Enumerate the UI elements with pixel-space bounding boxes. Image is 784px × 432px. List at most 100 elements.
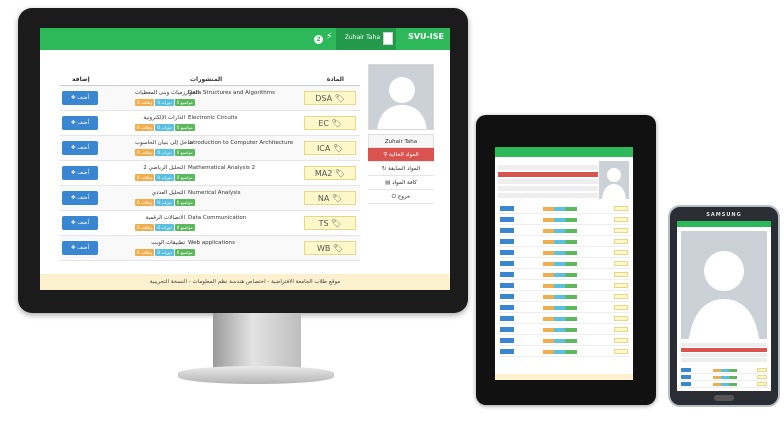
tag-icon: 🏷 <box>332 244 344 253</box>
tablet-add-button[interactable] <box>500 327 514 332</box>
tablet-add-button[interactable] <box>500 261 514 266</box>
add-button[interactable]: ✚ أضف <box>62 216 98 230</box>
tablet-add-button[interactable] <box>500 316 514 321</box>
topics-tag[interactable]: 0 مواضيع <box>174 124 195 131</box>
sessions-tag[interactable]: 0 دورات <box>155 149 174 156</box>
tablet-add-button[interactable] <box>500 228 514 233</box>
tablet-add-button[interactable] <box>500 250 514 255</box>
tasks-tag[interactable]: 0 وظائف <box>135 174 155 181</box>
tablet-add-button[interactable] <box>500 217 514 222</box>
topics-tag[interactable]: 0 مواضيع <box>174 199 195 206</box>
sessions-tag[interactable]: 0 دورات <box>155 99 174 106</box>
tablet-code-badge[interactable] <box>614 305 628 310</box>
add-button[interactable]: ✚ أضف <box>62 191 98 205</box>
tablet-code-badge[interactable] <box>614 239 628 244</box>
tablet-add-button[interactable] <box>500 294 514 299</box>
tablet-menu-item[interactable] <box>498 186 598 191</box>
tablet-add-button[interactable] <box>500 206 514 211</box>
tablet-code-badge[interactable] <box>614 217 628 222</box>
sessions-tag[interactable]: 0 دورات <box>155 224 174 231</box>
course-name-ar: الدارات الإلكترونية <box>143 115 185 121</box>
course-code: TS <box>318 219 329 228</box>
tasks-tag[interactable]: 0 وظائف <box>135 224 155 231</box>
sidebar-item-current-courses[interactable]: ⚲ المواد الحالية <box>368 148 434 162</box>
course-code-badge[interactable]: WB 🏷 <box>304 241 356 255</box>
bolt-icon[interactable]: ⚡ <box>326 32 332 42</box>
sessions-tag[interactable]: 0 دورات <box>155 249 174 256</box>
add-button[interactable]: ✚ أضف <box>62 116 98 130</box>
phone-menu-item[interactable] <box>681 358 767 362</box>
tasks-tag[interactable]: 0 وظائف <box>135 149 155 156</box>
course-code-badge[interactable]: ICA 🏷 <box>304 141 356 155</box>
tablet-tags <box>543 273 577 277</box>
tablet-code-badge[interactable] <box>614 338 628 343</box>
course-name-ar: التحليل العددي <box>151 190 185 196</box>
tablet-add-button[interactable] <box>500 338 514 343</box>
tasks-tag[interactable]: 0 وظائف <box>135 249 155 256</box>
tablet-footer <box>495 374 633 380</box>
sessions-tag[interactable]: 0 دورات <box>155 174 174 181</box>
sidebar-item-all-courses[interactable]: ▤ كافة المواد <box>368 176 434 190</box>
sidebar-item-previous-courses[interactable]: ↻ المواد السابقة <box>368 162 434 176</box>
tablet-code-badge[interactable] <box>614 206 628 211</box>
course-code-badge[interactable]: NA 🏷 <box>304 191 356 205</box>
tablet-menu-item[interactable] <box>498 179 598 184</box>
user-menu[interactable]: Zuhair Taha <box>336 28 396 50</box>
add-button-label: أضف <box>77 95 90 101</box>
tablet-code-badge[interactable] <box>614 327 628 332</box>
tablet-code-badge[interactable] <box>614 283 628 288</box>
course-code-badge[interactable]: EC 🏷 <box>304 116 356 130</box>
sessions-tag[interactable]: 0 دورات <box>155 199 174 206</box>
phone-menu-item[interactable] <box>681 353 767 357</box>
tablet-list-item <box>498 335 630 346</box>
add-button-label: أضف <box>77 195 90 201</box>
add-button[interactable]: ✚ أضف <box>62 91 98 105</box>
topics-tag[interactable]: 0 مواضيع <box>174 224 195 231</box>
brand-logo[interactable]: SVU-ISE <box>408 32 444 41</box>
tablet-code-badge[interactable] <box>614 261 628 266</box>
phone-menu-item-active[interactable] <box>681 348 767 352</box>
tablet-add-button[interactable] <box>500 349 514 354</box>
sessions-tag[interactable]: 0 دورات <box>155 124 174 131</box>
tablet-code-badge[interactable] <box>614 272 628 277</box>
tablet-code-badge[interactable] <box>614 250 628 255</box>
add-button[interactable]: ✚ أضف <box>62 166 98 180</box>
topics-tag[interactable]: 0 مواضيع <box>174 249 195 256</box>
topics-tag[interactable]: 0 مواضيع <box>174 149 195 156</box>
tablet-menu-item[interactable] <box>498 165 598 170</box>
add-button[interactable]: ✚ أضف <box>62 241 98 255</box>
course-name-en: Introduction to Computer Architecture <box>188 140 294 146</box>
tasks-tag[interactable]: 0 وظائف <box>135 99 155 106</box>
course-code-badge[interactable]: TS 🏷 <box>304 216 356 230</box>
phone-code-badge[interactable] <box>757 375 767 379</box>
tasks-tag[interactable]: 0 وظائف <box>135 124 155 131</box>
phone-add-button[interactable] <box>681 368 691 372</box>
phone-code-badge[interactable] <box>757 382 767 386</box>
phone-add-button[interactable] <box>681 375 691 379</box>
tasks-tag[interactable]: 0 وظائف <box>135 199 155 206</box>
course-code-badge[interactable]: DSA 🏷 <box>304 91 356 105</box>
tablet-add-button[interactable] <box>500 283 514 288</box>
tablet-list-item <box>498 203 630 214</box>
course-code-badge[interactable]: MA2 🏷 <box>304 166 356 180</box>
tablet-code-badge[interactable] <box>614 228 628 233</box>
tablet-add-button[interactable] <box>500 305 514 310</box>
tablet-menu-item[interactable] <box>498 193 598 198</box>
tablet-code-badge[interactable] <box>614 294 628 299</box>
tablet-add-button[interactable] <box>500 239 514 244</box>
phone-home-button[interactable] <box>714 395 734 401</box>
topics-tag[interactable]: 0 مواضيع <box>174 174 195 181</box>
tablet-menu-item-active[interactable] <box>498 172 598 177</box>
notification-badge[interactable]: 2 <box>314 35 323 44</box>
phone-code-badge[interactable] <box>757 368 767 372</box>
tablet-code-badge[interactable] <box>614 316 628 321</box>
add-button[interactable]: ✚ أضف <box>62 141 98 155</box>
phone-menu-item[interactable] <box>681 343 767 347</box>
phone-add-button[interactable] <box>681 382 691 386</box>
tablet-add-button[interactable] <box>500 272 514 277</box>
sidebar-item-logout[interactable]: ⏻ خروج <box>368 190 434 204</box>
topics-tag[interactable]: 0 مواضيع <box>174 99 195 106</box>
sidebar-item-profile[interactable]: Zuhair Taha <box>368 134 434 148</box>
tag-icon: 🏷 <box>334 94 345 103</box>
tablet-code-badge[interactable] <box>614 349 628 354</box>
